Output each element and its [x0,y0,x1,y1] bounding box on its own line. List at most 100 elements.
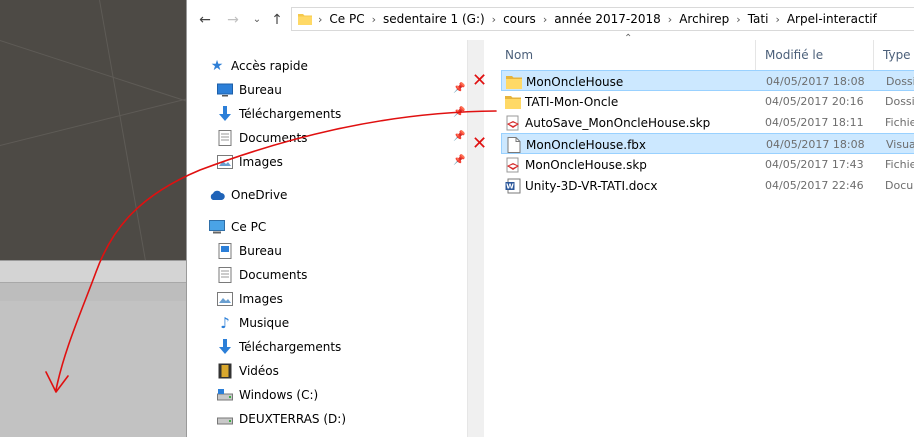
scene-view [0,0,186,260]
editor-toolbar-strip [0,260,186,283]
breadcrumb-separator[interactable]: › [372,13,376,26]
nav-label: OneDrive [231,188,288,202]
red-cross-mark-icon: ✕ [472,70,488,91]
pin-icon[interactable]: 📌 [453,83,465,94]
file-date: 04/05/2017 18:08 [766,75,865,88]
column-header-name[interactable]: Nom [505,44,533,66]
star-icon: ★ [210,58,224,74]
nav-label: Musique [239,316,290,330]
up-button[interactable]: ↑ [267,10,287,30]
nav-label: Accès rapide [231,59,308,73]
nav-quick-images[interactable]: Images [217,151,283,173]
nav-pc-drive-c[interactable]: Windows (C:) [217,384,318,406]
file-row[interactable]: MonOncleHouse 04/05/2017 18:08 Dossi [501,70,914,91]
folder-icon [506,74,522,90]
nav-quick-telechargements[interactable]: Téléchargements [217,103,341,125]
column-divider[interactable] [755,40,756,70]
unity-editor-background [0,0,186,437]
chevron-down-icon: ⌄ [252,14,262,25]
red-cross-mark-icon: ✕ [472,133,488,154]
music-note-icon: ♪ [220,314,230,332]
breadcrumb-item[interactable]: Archirep [679,12,729,26]
nav-label: Windows (C:) [239,388,319,402]
nav-this-pc[interactable]: Ce PC [209,216,266,238]
file-row[interactable]: MonOncleHouse.skp 04/05/2017 17:43 Fichi… [501,154,914,175]
back-arrow-icon: ← [199,12,211,28]
back-button[interactable]: ← [195,10,215,30]
file-explorer-window: ← → ⌄ ↑ › Ce PC › sedentaire 1 (G:) › co… [186,0,914,437]
breadcrumb-item[interactable]: sedentaire 1 (G:) [383,12,485,26]
file-name-cell: W Unity-3D-VR-TATI.docx [501,175,657,196]
breadcrumb-separator[interactable]: › [492,13,496,26]
breadcrumb-item[interactable]: Arpel-interactif [787,12,877,26]
nav-label: Bureau [239,83,282,97]
computer-icon [209,219,225,235]
breadcrumb-item[interactable]: année 2017-2018 [554,12,661,26]
file-name-cell: TATI-Mon-Oncle [501,91,618,112]
column-header-modified[interactable]: Modifié le [765,44,823,66]
nav-pc-documents[interactable]: Documents [217,264,307,286]
up-arrow-icon: ↑ [271,12,283,28]
nav-label: Ce PC [231,220,267,234]
breadcrumb-item[interactable]: Tati [748,12,769,26]
nav-pc-telechargements[interactable]: Téléchargements [217,336,341,358]
column-divider[interactable] [873,40,874,70]
desktop-icon [217,82,233,98]
nav-label: Téléchargements [239,107,342,121]
file-date: 04/05/2017 18:11 [765,116,864,129]
breadcrumb-separator: › [318,12,323,26]
column-header-type[interactable]: Type [883,44,911,66]
recent-locations-button[interactable]: ⌄ [247,10,267,30]
file-row[interactable]: AutoSave_MonOncleHouse.skp 04/05/2017 18… [501,112,914,133]
navigation-bar: ← → ⌄ ↑ › Ce PC › sedentaire 1 (G:) › co… [187,0,914,40]
file-name-cell: MonOncleHouse.skp [501,154,647,175]
nav-quick-access[interactable]: ★ Accès rapide [209,55,308,77]
pictures-icon [217,154,233,170]
file-row[interactable]: TATI-Mon-Oncle 04/05/2017 20:16 Dossi [501,91,914,112]
forward-arrow-icon: → [227,12,239,28]
file-type: Dossi [885,95,914,108]
nav-quick-documents[interactable]: Documents [217,127,307,149]
breadcrumb-separator[interactable]: › [736,13,740,26]
nav-label: Vidéos [239,364,279,378]
address-bar[interactable]: › Ce PC › sedentaire 1 (G:) › cours › an… [291,7,914,31]
drive-icon [217,411,233,427]
file-date: 04/05/2017 22:46 [765,179,864,192]
forward-button[interactable]: → [223,10,243,30]
folder-icon [298,14,312,25]
breadcrumb-separator[interactable]: › [668,13,672,26]
breadcrumb-item[interactable]: cours [503,12,536,26]
nav-pc-bureau[interactable]: Bureau [217,240,282,262]
editor-tab-strip [0,282,186,302]
nav-pc-drive-d[interactable]: DEUXTERRAS (D:) [217,408,346,430]
file-name: TATI-Mon-Oncle [525,94,619,109]
file-name: AutoSave_MonOncleHouse.skp [525,115,711,130]
desktop-icon [217,243,233,259]
file-type: Docu [885,179,914,192]
navigation-pane-scrollbar[interactable] [467,40,484,437]
file-icon [506,136,522,153]
file-type: Dossi [886,75,914,88]
breadcrumb-separator[interactable]: › [775,13,779,26]
folder-icon [505,94,521,110]
download-icon [217,339,233,355]
documents-icon [217,130,233,146]
file-row[interactable]: W Unity-3D-VR-TATI.docx 04/05/2017 22:46… [501,175,914,196]
file-name: Unity-3D-VR-TATI.docx [525,178,658,193]
pin-icon[interactable]: 📌 [453,131,465,142]
pin-icon[interactable]: 📌 [453,107,465,118]
download-icon [217,106,233,122]
nav-quick-bureau[interactable]: Bureau [217,79,282,101]
file-date: 04/05/2017 20:16 [765,95,864,108]
nav-onedrive[interactable]: OneDrive [209,184,287,206]
drive-icon [217,387,233,403]
nav-pc-musique[interactable]: ♪ Musique [217,312,289,334]
word-document-icon: W [505,178,521,194]
breadcrumb-separator[interactable]: › [543,13,547,26]
nav-pc-videos[interactable]: Vidéos [217,360,279,382]
pin-icon[interactable]: 📌 [453,155,465,166]
file-row[interactable]: MonOncleHouse.fbx 04/05/2017 18:08 Visua [501,133,914,154]
breadcrumb-item[interactable]: Ce PC [329,12,364,26]
nav-pc-images[interactable]: Images [217,288,283,310]
nav-label: Images [239,155,283,169]
